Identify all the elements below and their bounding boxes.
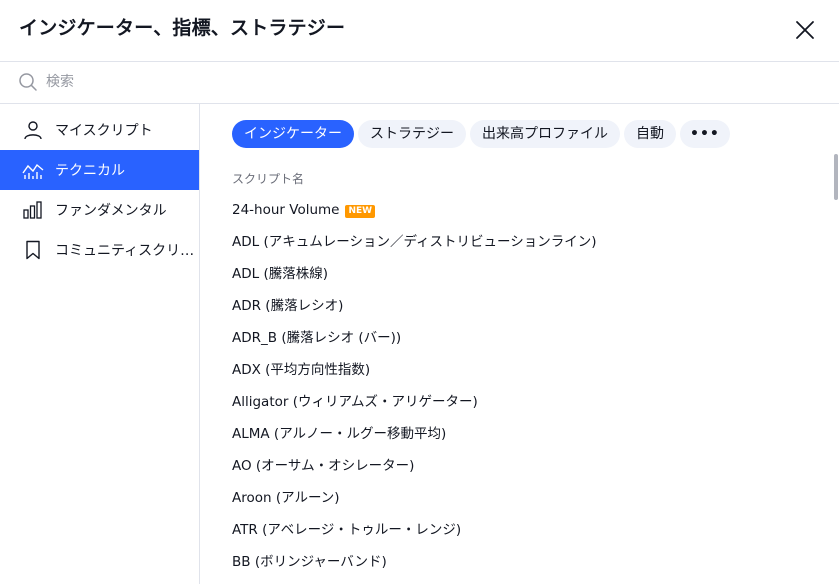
script-name: ADR (騰落レシオ)	[232, 298, 344, 314]
category-tabs: インジケーター ストラテジー 出来高プロファイル 自動 •••	[232, 120, 734, 148]
sidebar-item-my-scripts[interactable]: マイスクリプト	[0, 110, 199, 150]
tab-volume-profile[interactable]: 出来高プロファイル	[470, 120, 620, 148]
list-item[interactable]: Aroon (アルーン)	[232, 482, 822, 514]
search-input[interactable]	[46, 69, 806, 95]
list-item[interactable]: BB (ボリンジャーバンド)	[232, 546, 822, 578]
sidebar-item-community-scripts[interactable]: コミュニティスクリプト	[0, 230, 199, 270]
sidebar-item-label: コミュニティスクリプト	[55, 243, 195, 259]
script-name: Aroon (アルーン)	[232, 490, 340, 506]
new-badge: NEW	[345, 205, 376, 218]
script-name: BB (ボリンジャーバンド)	[232, 554, 387, 570]
script-name: ALMA (アルノー・ルグー移動平均)	[232, 426, 447, 442]
list-item[interactable]: ADL (騰落株線)	[232, 258, 822, 290]
script-name: ATR (アベレージ・トゥルー・レンジ)	[232, 522, 462, 538]
script-name: 24-hour Volume	[232, 202, 340, 218]
search-bar	[0, 62, 839, 104]
sidebar: マイスクリプト テクニカル ファンダメンタル コミュニティスクリプト	[0, 104, 200, 584]
sidebar-item-label: テクニカル	[55, 163, 125, 179]
script-name: ADX (平均方向性指数)	[232, 362, 371, 378]
close-icon	[796, 21, 814, 39]
list-item[interactable]: ADX (平均方向性指数)	[232, 354, 822, 386]
script-name: AO (オーサム・オシレーター)	[232, 458, 415, 474]
list-item[interactable]: 24-hour Volume NEW	[232, 194, 822, 226]
script-name: ADL (騰落株線)	[232, 266, 328, 282]
list-item[interactable]: ADR (騰落レシオ)	[232, 290, 822, 322]
technical-chart-icon	[22, 163, 44, 179]
dialog-title: インジケーター、指標、ストラテジー	[19, 17, 346, 39]
tab-auto[interactable]: 自動	[624, 120, 676, 148]
script-list-panel: インジケーター ストラテジー 出来高プロファイル 自動 ••• スクリプト名 24-ho…	[200, 104, 839, 584]
list-item[interactable]: ADR_B (騰落レシオ (バー))	[232, 322, 822, 354]
close-button[interactable]	[790, 15, 820, 45]
list-scrollbar[interactable]	[834, 154, 838, 200]
tab-strategies[interactable]: ストラテジー	[358, 120, 466, 148]
indicators-dialog: インジケーター、指標、ストラテジー マイスクリプト テクニカル	[0, 0, 839, 584]
list-item[interactable]: Alligator (ウィリアムズ・アリゲーター)	[232, 386, 822, 418]
bar-chart-icon	[23, 201, 42, 219]
script-name: ADL (アキュムレーション／ディストリビューションライン)	[232, 234, 597, 250]
list-item[interactable]: ADL (アキュムレーション／ディストリビューションライン)	[232, 226, 822, 258]
more-tabs-button[interactable]: •••	[680, 120, 730, 148]
script-name: Alligator (ウィリアムズ・アリゲーター)	[232, 394, 478, 410]
script-list: 24-hour Volume NEW ADL (アキュムレーション／ディストリビュ…	[232, 194, 822, 578]
tab-indicators[interactable]: インジケーター	[232, 120, 354, 148]
list-column-header: スクリプト名	[232, 172, 305, 186]
person-icon	[24, 121, 42, 140]
sidebar-item-technical[interactable]: テクニカル	[0, 150, 199, 190]
list-item[interactable]: AO (オーサム・オシレーター)	[232, 450, 822, 482]
search-icon	[19, 73, 37, 91]
sidebar-item-label: マイスクリプト	[55, 123, 153, 139]
bookmark-icon	[26, 240, 40, 260]
sidebar-item-label: ファンダメンタル	[55, 203, 167, 219]
script-name: ADR_B (騰落レシオ (バー))	[232, 330, 402, 346]
list-item[interactable]: ATR (アベレージ・トゥルー・レンジ)	[232, 514, 822, 546]
list-item[interactable]: ALMA (アルノー・ルグー移動平均)	[232, 418, 822, 450]
dialog-header: インジケーター、指標、ストラテジー	[0, 0, 839, 62]
sidebar-item-fundamental[interactable]: ファンダメンタル	[0, 190, 199, 230]
